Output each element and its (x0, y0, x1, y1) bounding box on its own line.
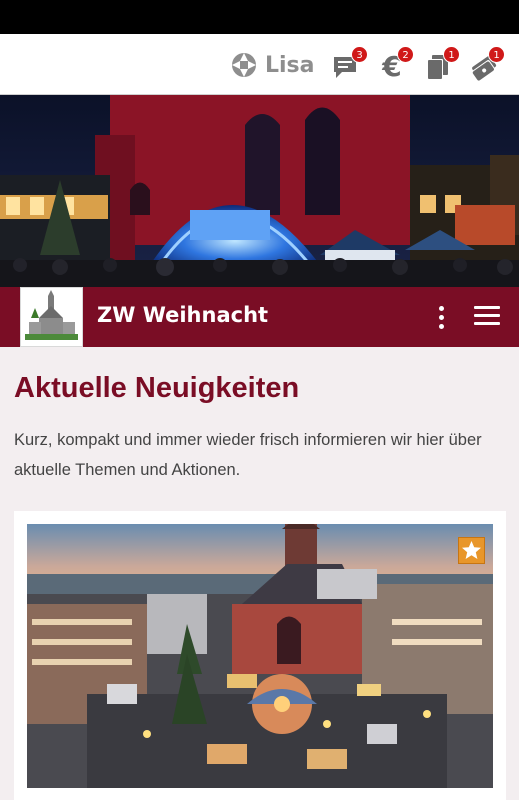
payment-badge: 2 (397, 46, 414, 63)
user-logo-icon (231, 52, 257, 78)
menu-line-icon (474, 314, 500, 317)
page-title: Aktuelle Neuigkeiten (14, 372, 300, 404)
user-menu[interactable]: Lisa (231, 50, 315, 80)
documents-button[interactable]: 1 (423, 46, 460, 82)
app-header: ZW Weihnacht (0, 287, 519, 347)
news-card[interactable] (14, 511, 506, 800)
menu-line-icon (474, 306, 500, 309)
chat-button[interactable]: 3 (331, 46, 368, 82)
more-dot-icon (438, 324, 444, 329)
app-logo[interactable] (20, 287, 83, 347)
app-title: ZW Weihnacht (97, 303, 269, 327)
main-content: Aktuelle Neuigkeiten Kurz, kompakt und i… (0, 347, 519, 800)
hero-image (0, 95, 519, 287)
chat-badge: 3 (351, 46, 368, 63)
status-bar (0, 0, 519, 34)
favorite-button[interactable] (458, 537, 485, 564)
top-bar: Lisa 3 € 2 1 1 (0, 34, 519, 95)
payment-button[interactable]: € 2 (377, 46, 414, 82)
news-image[interactable] (27, 524, 493, 788)
intro-text: Kurz, kompakt und immer wieder frisch in… (14, 431, 482, 479)
more-dot-icon (438, 306, 444, 311)
star-icon (462, 541, 481, 559)
more-options-button[interactable] (430, 304, 452, 330)
more-dot-icon (438, 315, 444, 320)
documents-badge: 1 (443, 46, 460, 63)
tickets-badge: 1 (488, 46, 505, 63)
menu-line-icon (474, 322, 500, 325)
hamburger-menu-button[interactable] (474, 306, 500, 328)
user-name: Lisa (265, 52, 315, 78)
tickets-button[interactable]: 1 (468, 46, 505, 82)
